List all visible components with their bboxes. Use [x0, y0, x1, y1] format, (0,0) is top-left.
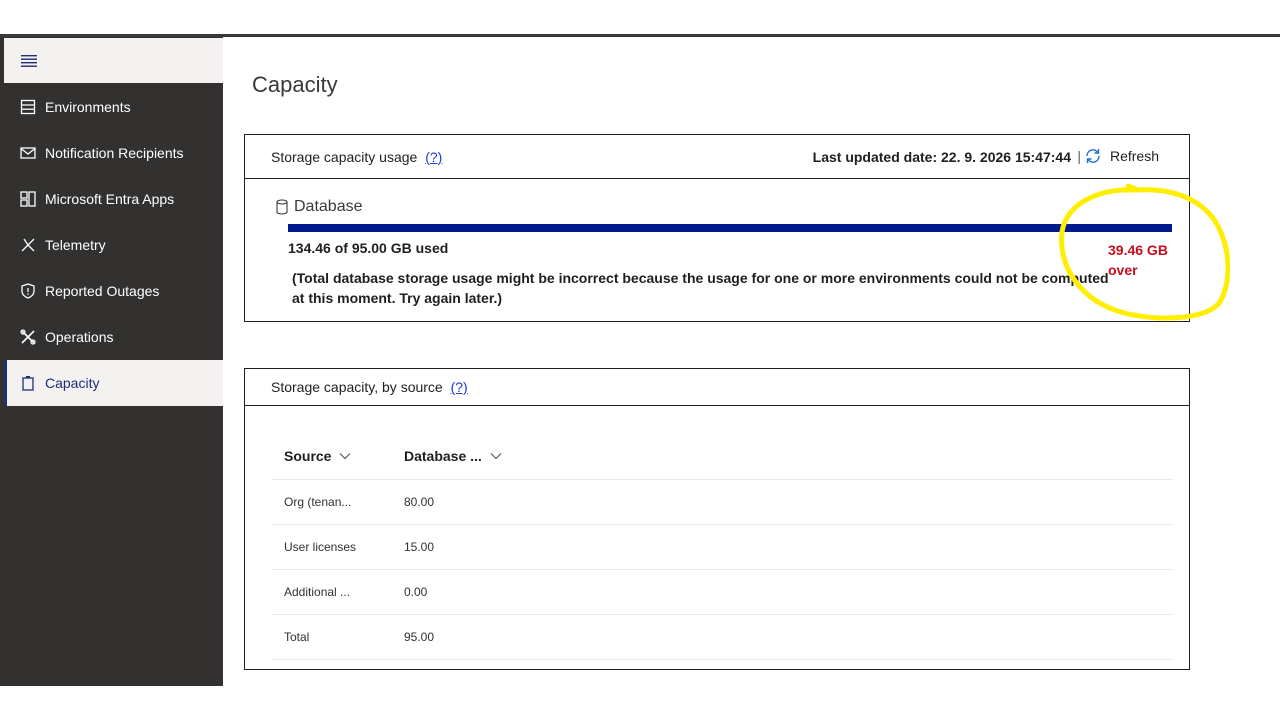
sidebar-item-telemetry[interactable]: Telemetry: [0, 222, 223, 268]
refresh-icon: [1086, 149, 1100, 163]
storage-by-source-title: Storage capacity, by source (?): [271, 379, 468, 395]
sidebar-item-notification-recipients[interactable]: Notification Recipients: [0, 130, 223, 176]
database-used-text: 134.46 of 95.00 GB used: [288, 240, 449, 256]
table-cell-database: 80.00: [404, 495, 435, 509]
refresh-label: Refresh: [1109, 148, 1159, 164]
column-header-database[interactable]: Database ...: [404, 448, 604, 464]
telemetry-icon: [19, 236, 37, 254]
sidebar-nav: Environments Notification Recipients Mic…: [0, 84, 223, 406]
apps-icon: [19, 190, 37, 208]
table-row[interactable]: Org (tenan... 80.00: [271, 480, 1173, 525]
chevron-down-icon: [340, 453, 351, 460]
sidebar-item-capacity[interactable]: Capacity: [4, 360, 223, 406]
table-row[interactable]: Additional ... 0.00: [271, 570, 1173, 615]
database-icon: [276, 199, 288, 215]
table-cell-source: User licenses: [284, 540, 357, 554]
sidebar-item-label: Operations: [45, 329, 114, 345]
hamburger-button[interactable]: [4, 38, 223, 83]
database-over-text: 39.46 GB over: [1108, 242, 1168, 278]
table-cell-database: 95.00: [404, 630, 435, 644]
database-label: Database: [276, 198, 363, 216]
storage-by-source-card: Storage capacity, by source (?) Source D…: [244, 368, 1190, 670]
sidebar-item-label: Microsoft Entra Apps: [45, 191, 175, 207]
sidebar: Environments Notification Recipients Mic…: [0, 37, 223, 686]
table-header-row: Source Database ...: [271, 433, 1173, 480]
sidebar-item-label: Notification Recipients: [45, 145, 184, 161]
storage-usage-help-link[interactable]: (?): [425, 149, 442, 165]
battery-icon: [19, 374, 37, 392]
sidebar-item-entra-apps[interactable]: Microsoft Entra Apps: [0, 176, 223, 222]
storage-by-source-header: Storage capacity, by source (?): [245, 369, 1189, 406]
mail-icon: [19, 144, 37, 162]
database-label-text: Database: [294, 198, 363, 215]
storage-usage-title: Storage capacity usage (?): [271, 149, 442, 165]
sidebar-item-label: Telemetry: [45, 237, 106, 253]
column-header-source[interactable]: Source: [271, 448, 404, 464]
table-cell-source: Org (tenan...: [284, 495, 352, 509]
sidebar-item-label: Reported Outages: [45, 283, 160, 299]
table-cell-source: Total: [284, 630, 310, 644]
storage-by-source-table: Source Database ... Org (tenan... 80.00 …: [271, 433, 1173, 660]
refresh-button[interactable]: Refresh: [1084, 147, 1159, 165]
database-usage-bar: [288, 224, 1172, 232]
tools-icon: [19, 328, 37, 346]
table-cell-database: 0.00: [404, 585, 428, 599]
table-row[interactable]: Total 95.00: [271, 615, 1173, 660]
sidebar-item-label: Environments: [45, 99, 131, 115]
column-header-label: Source: [284, 448, 332, 464]
sidebar-item-label: Capacity: [45, 375, 100, 391]
database-usage-bar-fill: [288, 224, 1172, 232]
database-usage-note: (Total database storage usage might be i…: [292, 270, 1109, 306]
header-separator: |: [1077, 148, 1081, 164]
sidebar-item-environments[interactable]: Environments: [0, 84, 223, 130]
sidebar-item-operations[interactable]: Operations: [0, 314, 223, 360]
table-cell-database: 15.00: [404, 540, 435, 554]
sidebar-item-reported-outages[interactable]: Reported Outages: [0, 268, 223, 314]
server-icon: [19, 98, 37, 116]
storage-by-source-title-text: Storage capacity, by source: [271, 379, 443, 395]
last-updated-date: Last updated date: 22. 9. 2026 15:47:44: [812, 149, 1071, 165]
storage-usage-header: Storage capacity usage (?) Last updated …: [245, 135, 1189, 179]
shield-icon: [19, 282, 37, 300]
storage-usage-card: Storage capacity usage (?) Last updated …: [244, 134, 1190, 322]
hamburger-icon: [21, 54, 37, 67]
table-cell-source: Additional ...: [284, 585, 351, 599]
column-header-label: Database ...: [404, 448, 482, 464]
storage-by-source-help-link[interactable]: (?): [451, 379, 468, 395]
storage-usage-title-text: Storage capacity usage: [271, 148, 418, 165]
table-row[interactable]: User licenses 15.00: [271, 525, 1173, 570]
chevron-down-icon: [490, 453, 502, 460]
page-title: Capacity: [252, 72, 338, 97]
